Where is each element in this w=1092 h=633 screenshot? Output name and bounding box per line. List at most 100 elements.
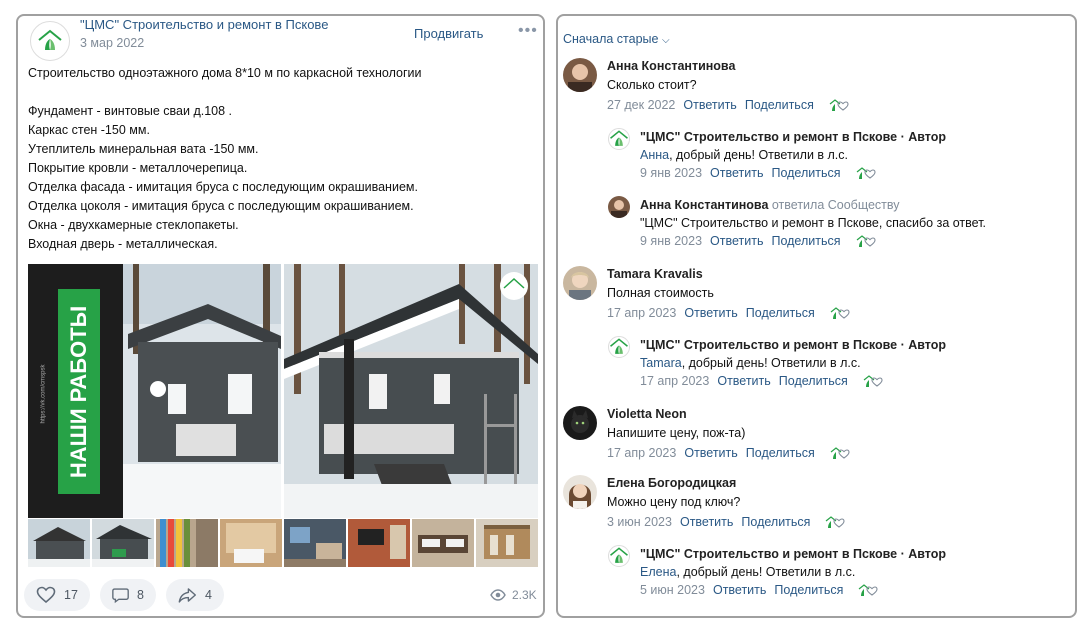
reaction-icon[interactable] xyxy=(862,374,884,388)
share-comment-button[interactable]: Поделиться xyxy=(745,98,814,112)
share-comment-button[interactable]: Поделиться xyxy=(779,374,848,388)
comment-text: Полная стоимость xyxy=(607,286,714,300)
sort-dropdown[interactable]: Сначала старые ⌵ xyxy=(563,32,670,46)
reply-target: ответила Сообществу xyxy=(768,198,900,212)
post-card: "ЦМС" Строительство и ремонт в Пскове 3 … xyxy=(16,14,545,618)
post-date[interactable]: 3 мар 2022 xyxy=(80,36,144,50)
house-leaf-logo-icon xyxy=(610,130,628,146)
banner-title: НАШИ РАБОТЫ xyxy=(66,305,91,478)
comment-text: Анна, добрый день! Ответили в л.с. xyxy=(640,148,848,162)
comment-body: , добрый день! Ответили в л.с. xyxy=(669,148,849,162)
house-leaf-logo-icon xyxy=(610,547,628,563)
avatar[interactable] xyxy=(563,475,597,509)
comment-author[interactable]: Анна Константинова xyxy=(607,59,735,73)
photo-thumbnail[interactable] xyxy=(28,519,90,567)
mention-link[interactable]: Tamara xyxy=(640,356,682,370)
avatar[interactable] xyxy=(608,196,630,218)
post-photo-banner[interactable]: НАШИ РАБОТЫ https://vk.com/cmspsk xyxy=(28,264,281,518)
reaction-icon[interactable] xyxy=(855,234,877,248)
reaction-icon[interactable] xyxy=(855,166,877,180)
mention-link[interactable]: Елена xyxy=(640,565,676,579)
comment-meta: 9 янв 2023 Ответить Поделиться xyxy=(640,166,877,180)
avatar[interactable] xyxy=(608,128,630,150)
share-comment-button[interactable]: Поделиться xyxy=(746,306,815,320)
photo-thumbnail[interactable] xyxy=(412,519,474,567)
photo-thumbnail[interactable] xyxy=(476,519,538,567)
reaction-icon[interactable] xyxy=(829,446,851,460)
author-name: Анна Константинова xyxy=(640,198,769,212)
mention-link[interactable]: Анна xyxy=(640,148,669,162)
reaction-icon[interactable] xyxy=(824,515,846,529)
comment-author[interactable]: "ЦМС" Строительство и ремонт в Пскове · … xyxy=(640,338,946,352)
comment-meta: 17 апр 2023 Ответить Поделиться xyxy=(607,446,851,460)
comment-text: Елена, добрый день! Ответили в л.с. xyxy=(640,565,855,579)
comment-button[interactable]: 8 xyxy=(100,579,156,611)
comment-meta: 17 апр 2023 Ответить Поделиться xyxy=(640,374,884,388)
comment-date[interactable]: 9 янв 2023 xyxy=(640,234,702,248)
comment-text: Tamara, добрый день! Ответили в л.с. xyxy=(640,356,861,370)
avatar[interactable] xyxy=(608,336,630,358)
more-options-icon[interactable]: ••• xyxy=(518,22,538,40)
photo-thumbnail[interactable] xyxy=(284,519,346,567)
reply-button[interactable]: Ответить xyxy=(717,374,770,388)
reply-button[interactable]: Ответить xyxy=(710,166,763,180)
house-leaf-logo-icon xyxy=(38,29,62,50)
reply-button[interactable]: Ответить xyxy=(684,306,737,320)
heart-icon xyxy=(36,586,56,604)
comment-author[interactable]: "ЦМС" Строительство и ремонт в Пскове · … xyxy=(640,547,946,561)
comment-text: Сколько стоит? xyxy=(607,78,697,92)
comment-author[interactable]: Tamara Kravalis xyxy=(607,267,703,281)
comment-author[interactable]: Анна Константинова ответила Сообществу xyxy=(640,198,900,212)
comment-date[interactable]: 17 апр 2023 xyxy=(607,306,676,320)
comment-meta: 3 июн 2023 Ответить Поделиться xyxy=(607,515,846,529)
comment-author[interactable]: Елена Богородицкая xyxy=(607,476,736,490)
post-photo-house[interactable] xyxy=(284,264,538,518)
house-leaf-logo-icon xyxy=(610,338,628,354)
comment-date[interactable]: 17 апр 2023 xyxy=(607,446,676,460)
reply-button[interactable]: Ответить xyxy=(710,234,763,248)
photo-thumbnail[interactable] xyxy=(348,519,410,567)
comment-count: 8 xyxy=(137,588,144,602)
avatar[interactable] xyxy=(563,58,597,92)
reply-button[interactable]: Ответить xyxy=(680,515,733,529)
reaction-icon[interactable] xyxy=(829,306,851,320)
like-button[interactable]: 17 xyxy=(24,579,90,611)
comment-date[interactable]: 17 апр 2023 xyxy=(640,374,709,388)
photo-thumbnail[interactable] xyxy=(156,519,218,567)
photo-thumbnail[interactable] xyxy=(220,519,282,567)
avatar[interactable] xyxy=(563,266,597,300)
share-arrow-icon xyxy=(178,588,197,603)
comment-date[interactable]: 5 июн 2023 xyxy=(640,583,705,597)
share-comment-button[interactable]: Поделиться xyxy=(774,583,843,597)
share-button[interactable]: 4 xyxy=(166,579,224,611)
like-count: 17 xyxy=(64,588,78,602)
avatar[interactable] xyxy=(608,545,630,567)
reply-button[interactable]: Ответить xyxy=(683,98,736,112)
share-comment-button[interactable]: Поделиться xyxy=(741,515,810,529)
comment-meta: 17 апр 2023 Ответить Поделиться xyxy=(607,306,851,320)
comment-meta: 9 янв 2023 Ответить Поделиться xyxy=(640,234,877,248)
comment-text: Можно цену под ключ? xyxy=(607,495,741,509)
author-name: "ЦМС" Строительство и ремонт в Пскове · … xyxy=(640,338,947,352)
share-comment-button[interactable]: Поделиться xyxy=(771,234,840,248)
promote-button[interactable]: Продвигать xyxy=(414,26,483,41)
comment-date[interactable]: 27 дек 2022 xyxy=(607,98,675,112)
sort-label: Сначала старые xyxy=(563,32,659,46)
comments-panel: Сначала старые ⌵ Анна Константинова Скол… xyxy=(556,14,1077,618)
comment-author[interactable]: Violetta Neon xyxy=(607,407,687,421)
post-author-link[interactable]: "ЦМС" Строительство и ремонт в Пскове xyxy=(80,17,328,32)
comment-date[interactable]: 9 янв 2023 xyxy=(640,166,702,180)
avatar[interactable] xyxy=(563,406,597,440)
share-comment-button[interactable]: Поделиться xyxy=(746,446,815,460)
reply-button[interactable]: Ответить xyxy=(713,583,766,597)
reaction-icon[interactable] xyxy=(828,98,850,112)
community-avatar[interactable] xyxy=(30,21,70,61)
comment-author[interactable]: "ЦМС" Строительство и ремонт в Пскове · … xyxy=(640,130,946,144)
share-comment-button[interactable]: Поделиться xyxy=(771,166,840,180)
comment-date[interactable]: 3 июн 2023 xyxy=(607,515,672,529)
reaction-icon[interactable] xyxy=(857,583,879,597)
photo-thumbnail[interactable] xyxy=(92,519,154,567)
comment-body: , добрый день! Ответили в л.с. xyxy=(681,356,861,370)
reply-button[interactable]: Ответить xyxy=(684,446,737,460)
post-text: Строительство одноэтажного дома 8*10 м п… xyxy=(28,66,422,251)
